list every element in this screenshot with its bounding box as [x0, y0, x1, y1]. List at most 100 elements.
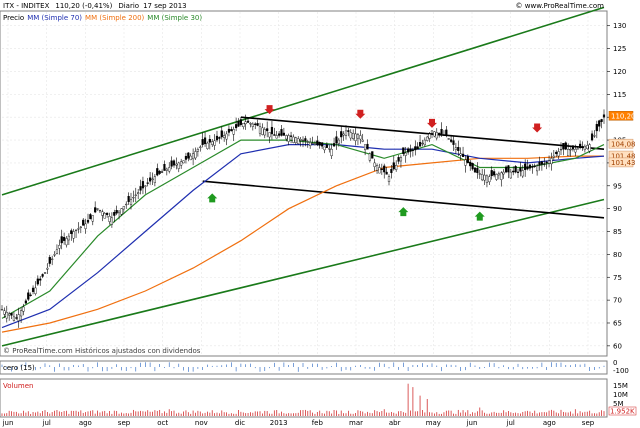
candle-body — [294, 137, 297, 143]
candle-body — [153, 176, 156, 183]
candle-body — [31, 287, 35, 292]
candle-body — [106, 212, 109, 215]
instrument-title: ITX - INDITEX 110,20 (-0,41%) Diario 17 sep… — [3, 2, 187, 10]
candle-body — [156, 168, 159, 176]
candle-body — [41, 274, 44, 277]
candle-body — [562, 143, 565, 150]
candle-body — [488, 176, 491, 183]
candle-body — [552, 155, 555, 158]
candle-body — [543, 163, 546, 165]
candle-body — [196, 148, 199, 152]
candle-body — [411, 149, 414, 151]
candle-body — [77, 228, 80, 230]
candle-body — [273, 134, 276, 136]
candle-body — [129, 199, 133, 205]
candle-body — [414, 146, 417, 151]
candle-body — [8, 313, 11, 316]
candle-body — [184, 155, 188, 160]
candle-body — [163, 164, 166, 171]
candle-body — [531, 166, 534, 168]
candle-body — [471, 163, 474, 170]
candle-body — [557, 151, 560, 157]
candle-body — [292, 136, 295, 143]
candle-body — [194, 151, 197, 159]
candle-body — [540, 161, 543, 165]
candle-body — [507, 165, 510, 173]
y-tick-label: 125 — [613, 45, 626, 53]
candle-body — [504, 166, 508, 173]
candle-body — [160, 171, 164, 173]
candle-body — [55, 249, 59, 254]
volume-badge-label: 1.952K — [610, 408, 635, 416]
candle-body — [514, 166, 517, 173]
candle-body — [239, 119, 242, 126]
candle-body — [538, 162, 541, 166]
candle-body — [404, 152, 407, 156]
candle-body — [473, 167, 477, 173]
candle-body — [15, 317, 18, 319]
candle-body — [182, 160, 185, 164]
candle-body — [574, 148, 577, 153]
candle-body — [117, 210, 121, 214]
candle-body — [158, 170, 161, 174]
candle-body — [232, 129, 235, 135]
candle-body — [500, 172, 503, 180]
candle-body — [359, 135, 362, 140]
candle-body — [325, 144, 328, 148]
candle-body — [555, 151, 558, 154]
candle-body — [29, 294, 32, 296]
candle-body — [469, 161, 472, 167]
candle-body — [344, 130, 348, 136]
candle-body — [108, 216, 111, 222]
chart-screen: 6065707580859095100105110115120125130 ju… — [0, 0, 640, 428]
candle-body — [289, 135, 293, 137]
y-tick-label: 60 — [613, 342, 622, 350]
candle-body — [60, 236, 63, 244]
y-tick-label: 115 — [613, 91, 626, 99]
candle-body — [571, 145, 575, 150]
candle-body — [481, 174, 484, 181]
candle-body — [246, 120, 250, 123]
candle-body — [89, 214, 92, 220]
candle-body — [199, 146, 202, 148]
candle-body — [282, 132, 285, 136]
candle-body — [144, 185, 147, 187]
candle-body — [122, 206, 125, 210]
candle-body — [445, 129, 448, 136]
candle-body — [459, 153, 462, 156]
candle-body — [53, 254, 56, 256]
candle-body — [528, 164, 532, 169]
candle-body — [426, 136, 429, 141]
y-tick-label: 130 — [613, 22, 626, 30]
candle-body — [457, 147, 460, 151]
candle-body — [409, 148, 412, 152]
candle-body — [225, 133, 228, 140]
candle-body — [48, 257, 51, 264]
candle-body — [428, 133, 431, 139]
candle-body — [516, 171, 520, 173]
candle-body — [110, 217, 113, 225]
candle-body — [82, 219, 85, 226]
candle-body — [485, 175, 489, 183]
candle-body — [3, 310, 6, 315]
price-chart[interactable]: 6065707580859095100105110115120125130 ju… — [0, 0, 640, 428]
candle-body — [545, 161, 548, 164]
osc-label: cero (15) — [3, 364, 35, 372]
candle-body — [201, 139, 204, 145]
candle-body — [595, 124, 598, 132]
candle-body — [330, 148, 333, 157]
candle-body — [74, 229, 78, 232]
candle-body — [306, 141, 309, 143]
candle-body — [151, 178, 154, 180]
y-tick-label: 75 — [613, 274, 622, 282]
candle-body — [576, 148, 579, 150]
candle-body — [223, 135, 226, 138]
candle-body — [275, 135, 278, 139]
candle-body — [385, 171, 388, 175]
value-badges: 110,20104,08101,48101,43 — [608, 111, 636, 167]
candle-body — [46, 267, 49, 270]
candle-body — [602, 114, 606, 118]
candle-body — [192, 153, 195, 160]
x-axis: jun jul ago sep oct nov dic 2013 feb mar abr may jun… — [2, 419, 595, 427]
candle-body — [478, 173, 481, 175]
